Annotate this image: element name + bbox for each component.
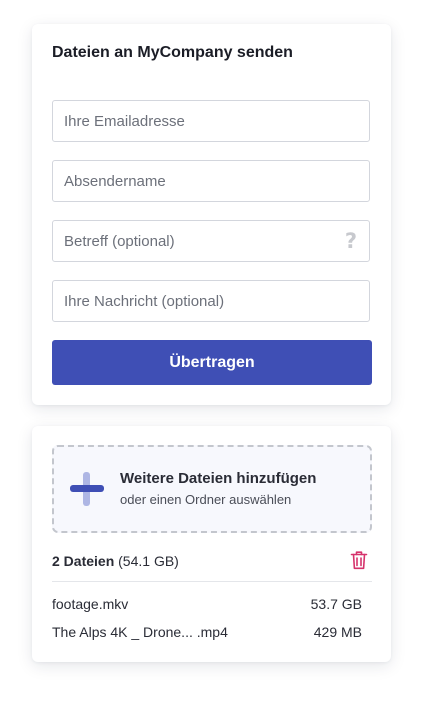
file-count: 2 Dateien bbox=[52, 553, 115, 569]
message-field-wrapper bbox=[52, 280, 370, 322]
select-folder-link[interactable]: oder einen Ordner auswählen bbox=[120, 492, 291, 507]
subject-field-wrapper: ? bbox=[52, 220, 370, 262]
divider bbox=[52, 581, 372, 582]
file-name: The Alps 4K _ Drone... .mp4 bbox=[52, 624, 228, 640]
plus-icon bbox=[70, 472, 104, 506]
file-row: The Alps 4K _ Drone... .mp4 429 MB bbox=[52, 624, 362, 644]
files-panel: Weitere Dateien hinzufügen oder einen Or… bbox=[32, 426, 391, 662]
trash-icon[interactable] bbox=[350, 550, 368, 570]
send-files-form: Dateien an MyCompany senden ? Übertragen bbox=[32, 24, 391, 405]
add-files-title: Weitere Dateien hinzufügen bbox=[120, 470, 317, 487]
email-input[interactable] bbox=[53, 101, 369, 141]
file-name: footage.mkv bbox=[52, 596, 129, 612]
file-size: 53.7 GB bbox=[310, 596, 362, 612]
sender-name-input[interactable] bbox=[53, 161, 369, 201]
question-mark-icon[interactable]: ? bbox=[345, 231, 357, 252]
file-row: footage.mkv 53.7 GB bbox=[52, 596, 362, 616]
submit-button[interactable]: Übertragen bbox=[52, 340, 372, 385]
subject-input[interactable] bbox=[53, 221, 369, 261]
files-summary: 2 Dateien (54.1 GB) bbox=[52, 553, 179, 569]
add-files-dropzone[interactable]: Weitere Dateien hinzufügen oder einen Or… bbox=[52, 445, 372, 533]
file-size: 429 MB bbox=[313, 624, 362, 640]
sender-name-field-wrapper bbox=[52, 160, 370, 202]
form-title: Dateien an MyCompany senden bbox=[52, 44, 293, 61]
message-input[interactable] bbox=[53, 281, 369, 321]
email-field-wrapper bbox=[52, 100, 370, 142]
total-size: (54.1 GB) bbox=[118, 553, 179, 569]
